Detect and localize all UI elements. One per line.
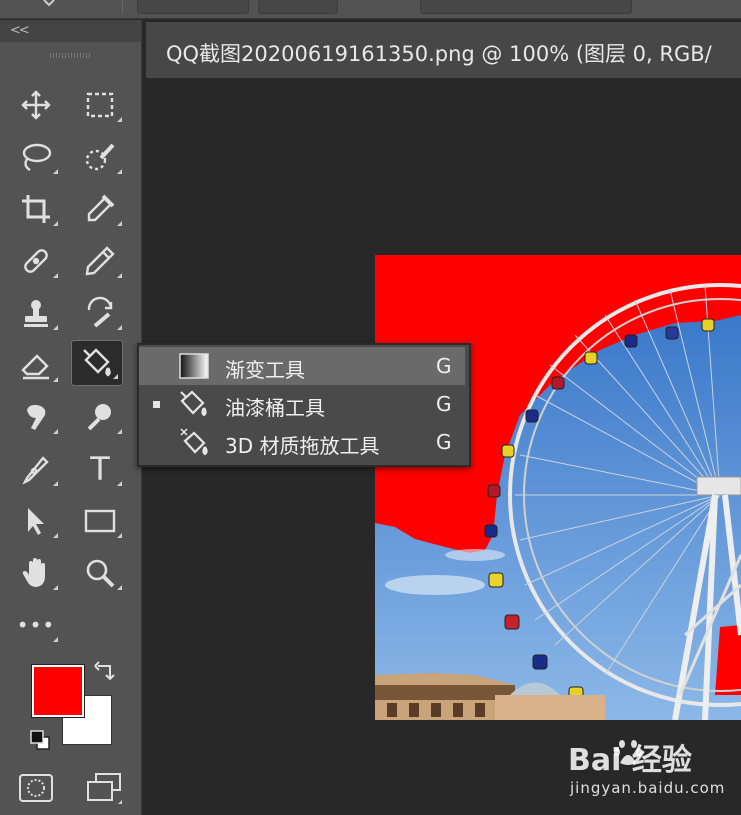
foreground-color-swatch[interactable]: [32, 665, 84, 717]
quick-select-icon: [85, 143, 115, 171]
zoom-tool[interactable]: [74, 550, 126, 596]
paint-bucket-tool[interactable]: [71, 340, 123, 386]
paw-icon: [614, 740, 642, 765]
dodge-tool[interactable]: [74, 394, 126, 440]
type-icon: T: [90, 450, 110, 488]
chevron-down-icon[interactable]: [42, 0, 56, 10]
rect-marquee-icon: [86, 92, 114, 118]
rectangle-icon: [84, 509, 116, 533]
canvas-image[interactable]: [375, 255, 741, 720]
clone-stamp-icon: [24, 300, 48, 327]
eyedropper-tool[interactable]: [74, 186, 126, 232]
paint-bucket-icon: [83, 348, 111, 377]
smudge-tool[interactable]: [10, 394, 62, 440]
type-tool[interactable]: T: [74, 446, 126, 492]
eraser-tool[interactable]: [10, 342, 62, 388]
collapse-panel-button[interactable]: <<: [10, 23, 30, 38]
options-stepper[interactable]: [258, 0, 338, 14]
menu-item-label: 渐变工具: [225, 358, 305, 382]
hand-icon: [22, 558, 45, 587]
pen-tool[interactable]: [10, 446, 62, 492]
lasso-icon: [22, 143, 52, 172]
pencil-icon: [85, 246, 115, 276]
selected-bullet: [153, 401, 160, 408]
swap-colors-icon[interactable]: [94, 660, 116, 682]
more-tools[interactable]: •••: [10, 602, 62, 648]
options-dropdown[interactable]: [137, 0, 249, 14]
menu-item-shortcut: G: [436, 354, 452, 378]
tool-flyout-menu: 渐变工具 G 油漆桶工具 G 3D 材质拖放工具 G: [137, 343, 471, 467]
options-separator: [122, 0, 123, 14]
quick-select-tool[interactable]: [74, 134, 126, 180]
paint-bucket-icon: [180, 390, 207, 417]
options-bar: [0, 0, 741, 19]
path-select-icon: [28, 508, 44, 535]
more-icon: •••: [16, 613, 56, 637]
menu-item-label: 3D 材质拖放工具: [225, 434, 380, 458]
eraser-icon: [21, 354, 49, 380]
dodge-icon: [87, 404, 111, 431]
eyedropper-icon: [87, 194, 115, 222]
stamp-tool[interactable]: [10, 290, 62, 336]
menu-item-paint-bucket[interactable]: 油漆桶工具 G: [139, 385, 465, 423]
healing-tool[interactable]: [10, 238, 62, 284]
crop-tool[interactable]: [10, 186, 62, 232]
tools-panel-header: <<: [0, 20, 141, 42]
screen-mode-icon[interactable]: [82, 770, 126, 806]
pen-icon: [22, 456, 49, 485]
3d-material-drop-icon: [180, 428, 208, 456]
gradient-icon: [179, 353, 209, 379]
smudge-icon: [27, 404, 46, 430]
menu-item-3d-material-drop[interactable]: 3D 材质拖放工具 G: [139, 423, 465, 461]
menu-item-shortcut: G: [436, 430, 452, 454]
menu-item-shortcut: G: [436, 392, 452, 416]
move-tool[interactable]: [10, 82, 62, 128]
panel-grip[interactable]: [50, 53, 90, 58]
history-brush-tool[interactable]: [74, 290, 126, 336]
ferris-wheel-photo: [375, 255, 741, 720]
baidu-watermark: Bai 经验 jingyan.baidu.com: [568, 735, 738, 801]
path-select-tool[interactable]: [10, 498, 62, 544]
lasso-tool[interactable]: [10, 134, 62, 180]
hand-tool[interactable]: [10, 550, 62, 596]
history-brush-icon: [87, 296, 113, 328]
healing-brush-icon: [24, 249, 48, 273]
marquee-tool[interactable]: [74, 82, 126, 128]
brush-tool[interactable]: [74, 238, 126, 284]
rectangle-tool[interactable]: [74, 498, 126, 544]
menu-item-label: 油漆桶工具: [225, 396, 325, 420]
watermark-url: jingyan.baidu.com: [570, 779, 726, 797]
options-field[interactable]: [420, 0, 632, 14]
menu-item-gradient[interactable]: 渐变工具 G: [139, 347, 465, 385]
document-title: QQ截图20200619161350.png @ 100% (图层 0, RGB…: [166, 42, 712, 66]
zoom-icon: [86, 559, 115, 588]
crop-icon: [22, 195, 50, 223]
move-icon: [21, 90, 51, 120]
default-colors-icon[interactable]: [28, 728, 52, 752]
quick-mask-icon[interactable]: [14, 770, 58, 806]
document-tab[interactable]: QQ截图20200619161350.png @ 100% (图层 0, RGB…: [146, 22, 741, 78]
